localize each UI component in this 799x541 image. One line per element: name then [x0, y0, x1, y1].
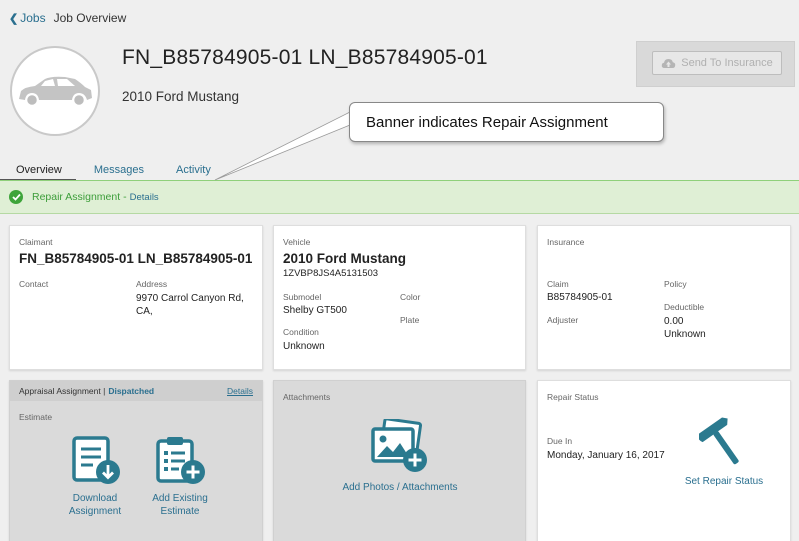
policy-label: Policy — [664, 279, 687, 289]
banner-text: Repair Assignment — [32, 191, 121, 203]
set-repair-status-button[interactable]: Set Repair Status — [678, 417, 770, 488]
download-document-icon — [72, 436, 120, 484]
job-vehicle-subtitle: 2010 Ford Mustang — [122, 89, 240, 104]
download-label-line1: Download — [72, 493, 118, 504]
breadcrumb: ❮ Jobs Job Overview — [9, 11, 126, 25]
add-photos-label: Add Photos / Attachments — [342, 482, 458, 493]
banner-separator: - — [123, 191, 127, 203]
due-in-label: Due In — [547, 436, 573, 446]
send-button-label: Send To Insurance — [681, 57, 773, 69]
tab-messages[interactable]: Messages — [76, 162, 158, 181]
vehicle-heading: Vehicle — [283, 237, 311, 247]
appraisal-status: Dispatched — [108, 386, 155, 396]
attachments-heading: Attachments — [283, 392, 331, 402]
submodel-label: Submodel — [283, 292, 322, 302]
claimant-name: FN_B85784905-01 LN_B85784905-01 — [19, 251, 253, 266]
tab-activity[interactable]: Activity — [158, 162, 225, 181]
add-estimate-label-line2: Estimate — [160, 506, 200, 517]
claimant-card: Claimant FN_B85784905-01 LN_B85784905-01… — [9, 225, 263, 370]
vehicle-vin: 1ZVBP8JS4A5131503 — [283, 268, 379, 279]
appraisal-header: Appraisal Assignment | Dispatched Detail… — [10, 381, 262, 401]
condition-label: Condition — [283, 327, 319, 337]
clipboard-add-icon — [156, 437, 205, 484]
hammer-icon — [699, 417, 739, 465]
plate-label: Plate — [400, 315, 420, 325]
deductible-sub: Unknown — [664, 329, 706, 340]
address-label: Address — [136, 279, 168, 289]
deductible-value: 0.00 — [664, 316, 684, 327]
annotation-callout: Banner indicates Repair Assignment — [349, 102, 664, 142]
download-label-line2: Assignment — [68, 506, 122, 517]
attachments-card: Attachments Add Photos / Attachments — [273, 380, 526, 541]
set-repair-status-label: Set Repair Status — [684, 476, 764, 487]
car-icon — [19, 76, 92, 107]
back-to-jobs-link[interactable]: ❮ Jobs — [9, 11, 46, 25]
appraisal-heading: Appraisal Assignment | — [19, 386, 106, 396]
download-assignment-button[interactable]: Download Assignment — [65, 436, 125, 518]
add-existing-estimate-button[interactable]: Add Existing Estimate — [145, 436, 215, 518]
deductible-label: Deductible — [664, 302, 705, 312]
claim-value: B85784905-01 — [547, 292, 613, 303]
back-label: Jobs — [20, 11, 46, 25]
submodel-value: Shelby GT500 — [283, 305, 347, 316]
claimant-heading: Claimant — [19, 237, 53, 247]
chevron-left-icon: ❮ — [9, 12, 19, 25]
vehicle-card: Vehicle 2010 Ford Mustang 1ZVBP8JS4A5131… — [273, 225, 526, 370]
add-estimate-label-line1: Add Existing — [152, 493, 208, 504]
banner-details-link[interactable]: Details — [130, 192, 159, 203]
contact-label: Contact — [19, 279, 49, 289]
address-line1: 9970 Carrol Canyon Rd, — [136, 293, 244, 304]
insurance-card: Insurance Claim B85784905-01 Adjuster Po… — [537, 225, 791, 370]
job-title: FN_B85784905-01 LN_B85784905-01 — [122, 46, 488, 69]
send-to-insurance-button[interactable]: Send To Insurance — [652, 51, 782, 75]
cloud-upload-icon — [662, 58, 676, 68]
address-line2: CA, — [136, 306, 153, 317]
repair-status-heading: Repair Status — [547, 392, 599, 402]
vehicle-name: 2010 Ford Mustang — [283, 251, 407, 266]
check-circle-icon — [9, 190, 23, 204]
condition-value: Unknown — [283, 341, 325, 352]
photos-add-icon — [371, 419, 427, 472]
repair-status-card: Repair Status Due In Monday, January 16,… — [537, 380, 791, 541]
send-to-insurance-panel: Send To Insurance — [636, 41, 795, 87]
appraisal-assignment-card: Appraisal Assignment | Dispatched Detail… — [9, 380, 263, 541]
repair-assignment-banner: Repair Assignment - Details — [0, 181, 799, 214]
adjuster-label: Adjuster — [547, 315, 579, 325]
tab-overview[interactable]: Overview — [0, 162, 76, 181]
color-label: Color — [400, 292, 421, 302]
insurance-heading: Insurance — [547, 237, 585, 247]
due-date-value: Monday, January 16, 2017 — [547, 450, 665, 461]
estimate-label: Estimate — [19, 412, 53, 422]
appraisal-details-link[interactable]: Details — [227, 386, 253, 396]
vehicle-avatar — [10, 46, 100, 136]
breadcrumb-current: Job Overview — [53, 11, 127, 25]
claim-label: Claim — [547, 279, 569, 289]
tab-bar: Overview Messages Activity — [0, 162, 225, 181]
add-photos-button[interactable]: Add Photos / Attachments — [330, 419, 470, 494]
